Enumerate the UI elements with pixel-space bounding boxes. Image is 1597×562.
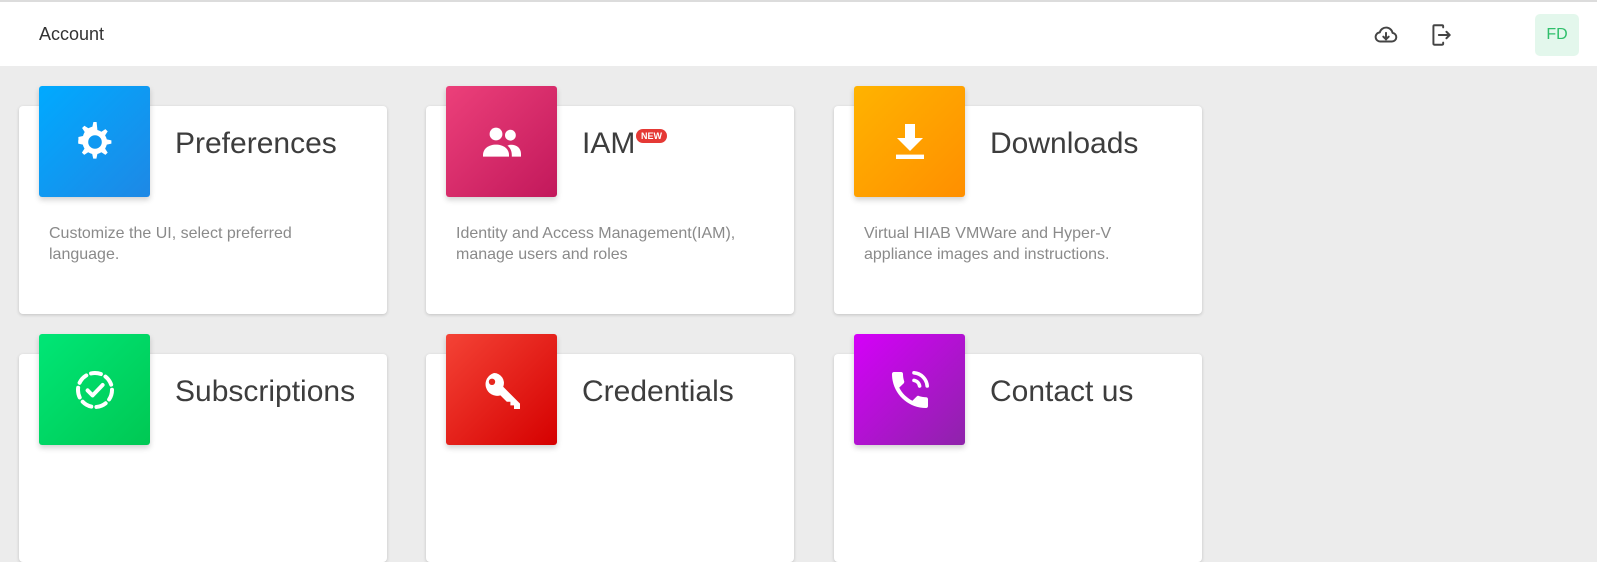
preferences-tile [39,86,150,197]
card-preferences[interactable]: Preferences Customize the UI, select pre… [19,86,387,314]
top-bar: Account FD [0,0,1597,66]
card-description: Virtual HIAB VMWare and Hyper-V applianc… [864,225,1112,263]
users-icon [482,127,521,157]
card-description: Identity and Access Management(IAM), man… [456,225,736,263]
card-title: Contact us [990,375,1134,408]
card-title: Subscriptions [175,375,356,408]
card-iam[interactable]: IAM NEW Identity and Access Management(I… [426,86,794,314]
card-title: Preferences [175,127,337,160]
subscriptions-tile [39,334,150,445]
card-title: Downloads [990,127,1139,160]
download-icon [895,123,924,159]
card-contact-us[interactable]: Contact us [834,334,1202,562]
card-credentials[interactable]: Credentials [426,334,794,562]
card-subscriptions[interactable]: Subscriptions [19,334,387,562]
key-icon [485,372,520,409]
card-title: IAM [582,127,636,160]
contact-us-tile [854,334,965,445]
cloud-download-icon[interactable] [1373,22,1399,48]
credentials-tile [446,334,557,445]
phone-call-icon [891,370,929,408]
subscription-check-icon [75,370,114,409]
page-title: Account [39,24,105,44]
new-badge: NEW [636,129,667,143]
gear-icon [77,121,111,159]
iam-tile [446,86,557,197]
card-title: Credentials [582,375,734,408]
card-downloads[interactable]: Downloads Virtual HIAB VMWare and Hyper-… [834,86,1202,314]
card-description: Customize the UI, select preferred langu… [49,225,292,263]
downloads-tile [854,86,965,197]
logout-icon[interactable] [1428,22,1454,48]
user-avatar[interactable]: FD [1535,14,1579,56]
